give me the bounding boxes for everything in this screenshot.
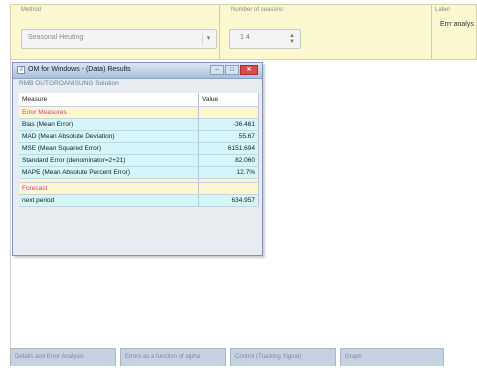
section-row-error-measures: Error Measures: [19, 106, 259, 119]
value-cell: 82.060: [198, 154, 259, 167]
seasons-spinner[interactable]: 1 4 ▲ ▼: [229, 29, 301, 49]
seasons-value: 1 4: [240, 34, 250, 41]
tab-control-tracking[interactable]: Control (Tracking Signal): [230, 348, 336, 366]
seasons-label: Number of seasons: [231, 7, 284, 13]
window-titlebar[interactable]: ≡ OM for Windows - (Data) Results – □ ✕: [13, 63, 262, 79]
error-analysis-label: Errr analys: [440, 21, 474, 28]
section-label: Error Measures: [19, 106, 199, 119]
panel-divider: [431, 5, 432, 59]
table-header-row: Measure Value: [19, 93, 259, 107]
table-row[interactable]: MAPE (Mean Absolute Percent Error) 12.7%: [19, 166, 259, 179]
workspace-divider: [10, 60, 11, 350]
minimize-icon[interactable]: –: [210, 65, 224, 75]
panel-divider: [219, 5, 220, 59]
tab-graph[interactable]: Graph: [340, 348, 444, 366]
solution-header: RMB OUTGROANISUNG Solution: [19, 80, 119, 87]
tab-details-error-analysis[interactable]: Details and Error Analysis: [10, 348, 116, 366]
label-field-label: Label: [435, 7, 450, 13]
table-row[interactable]: Bias (Mean Error) -36.461: [19, 118, 259, 131]
results-window[interactable]: ≡ OM for Windows - (Data) Results – □ ✕ …: [12, 62, 263, 256]
value-cell: -36.461: [198, 118, 259, 131]
method-dropdown-value: Seasonal Heuting: [28, 34, 84, 41]
value-cell: 634.957: [198, 194, 259, 207]
close-icon[interactable]: ✕: [240, 65, 258, 75]
value-cell: 6151.694: [198, 142, 259, 155]
section-label: Forecast: [19, 182, 199, 195]
maximize-icon[interactable]: □: [225, 65, 239, 75]
window-controls: – □ ✕: [210, 65, 258, 75]
measure-cell: next period: [19, 194, 199, 207]
column-header-value: Value: [198, 93, 259, 107]
measure-cell: MAD (Mean Absolute Deviation): [19, 130, 199, 143]
measure-cell: MAPE (Mean Absolute Percent Error): [19, 166, 199, 179]
measure-cell: MSE (Mean Squared Error): [19, 142, 199, 155]
method-label: Method: [21, 7, 42, 13]
section-row-forecast: Forecast: [19, 182, 259, 195]
app-icon: ≡: [17, 66, 25, 74]
tab-errors-alpha[interactable]: Errors as a function of alpha: [120, 348, 226, 366]
results-table: Measure Value Error Measures Bias (Mean …: [19, 93, 259, 207]
value-cell: 55.67: [198, 130, 259, 143]
table-row[interactable]: Standard Error (denominator=2+21) 82.060: [19, 154, 259, 167]
window-title: OM for Windows - (Data) Results: [28, 66, 131, 73]
measure-cell: Standard Error (denominator=2+21): [19, 154, 199, 167]
measure-cell: Bias (Mean Error): [19, 118, 199, 131]
table-row[interactable]: MSE (Mean Squared Error) 6151.694: [19, 142, 259, 155]
output-tabs: Details and Error Analysis Errors as a f…: [10, 348, 450, 368]
column-header-measure: Measure: [19, 93, 199, 107]
method-dropdown[interactable]: Seasonal Heuting ▾: [21, 29, 217, 49]
table-row[interactable]: MAD (Mean Absolute Deviation) 55.67: [19, 130, 259, 143]
table-row[interactable]: next period 634.957: [19, 194, 259, 207]
spinner-arrows-icon[interactable]: ▲ ▼: [288, 33, 296, 45]
options-panel: Method Number of seasons Label Seasonal …: [10, 4, 477, 60]
value-cell: 12.7%: [198, 166, 259, 179]
chevron-down-icon[interactable]: ▾: [202, 33, 214, 45]
